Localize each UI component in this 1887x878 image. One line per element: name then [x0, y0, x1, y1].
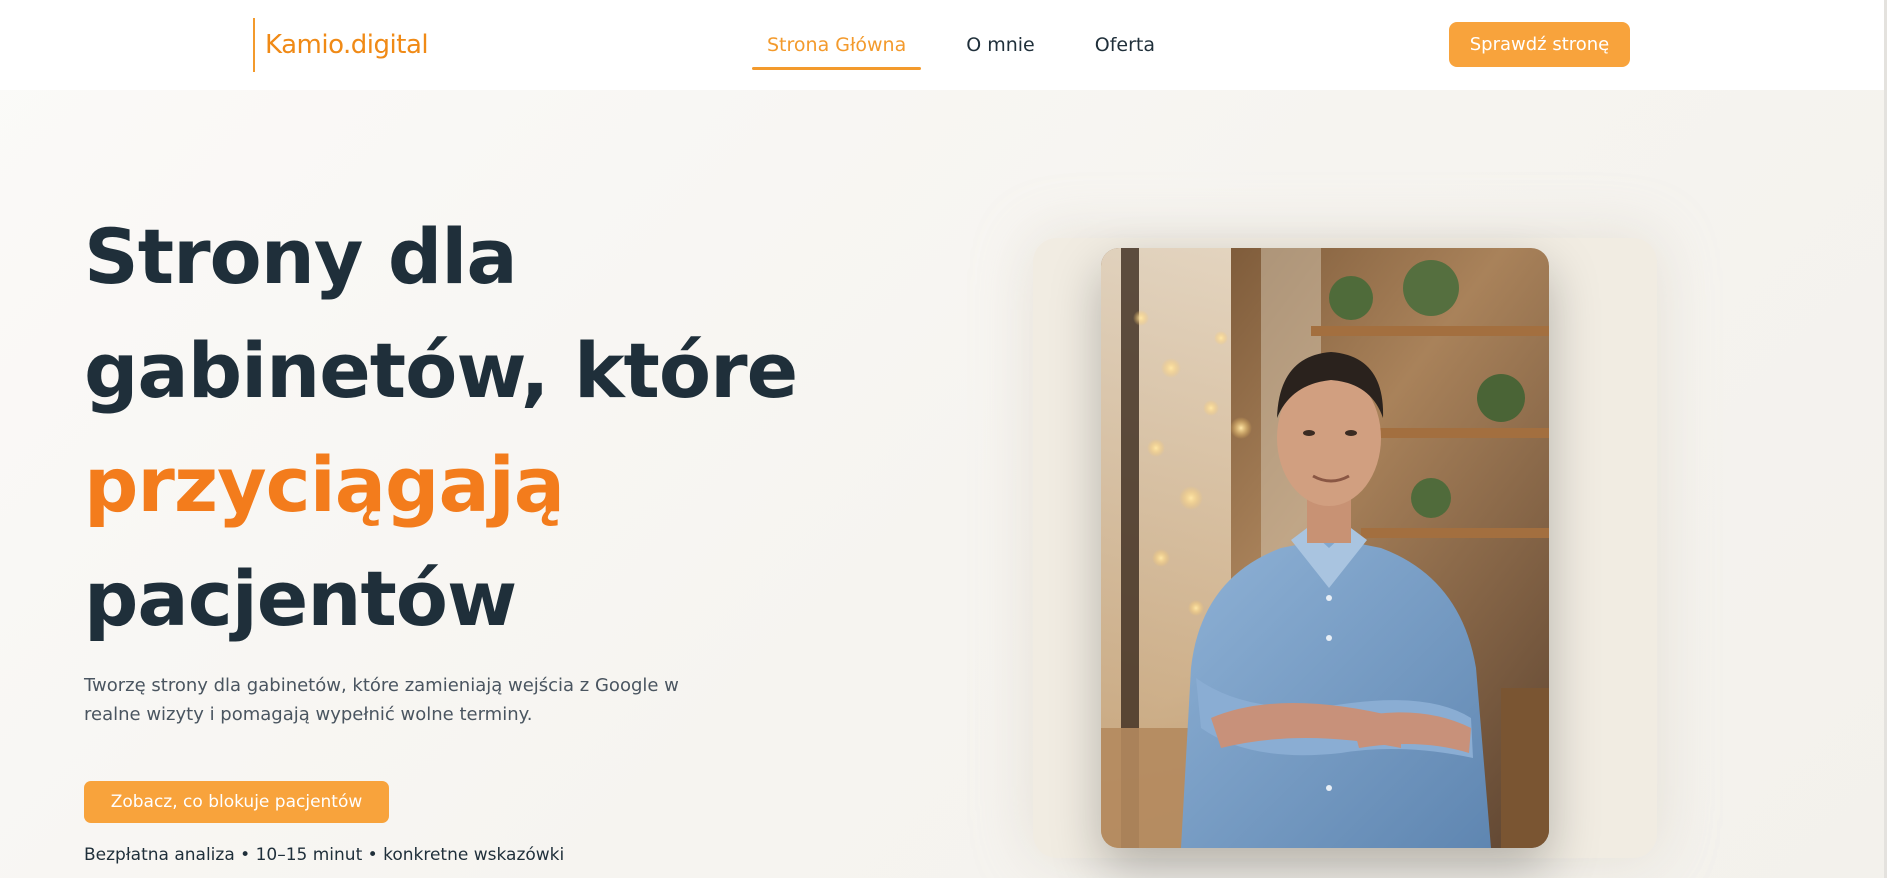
hero-title-line-1: Strony dla — [84, 212, 518, 301]
hero-note: Bezpłatna analiza • 10–15 minut • konkre… — [84, 845, 565, 865]
hero-title-line-2: gabinetów, które — [84, 326, 798, 415]
hero-subtitle: Tworzę strony dla gabinetów, które zamie… — [84, 675, 679, 725]
hero-title: Strony dla gabinetów, które przyciągają … — [84, 200, 924, 656]
hero-title-accent: przyciągają — [84, 440, 565, 529]
logo[interactable]: Kamio.digital — [253, 18, 429, 72]
nav-item-about[interactable]: O mnie — [951, 20, 1050, 70]
check-site-button[interactable]: Sprawdź stronę — [1449, 22, 1630, 67]
main-nav: Strona Główna O mnie Oferta — [752, 20, 1200, 70]
portrait-photo — [1101, 248, 1549, 848]
nav-item-offer[interactable]: Oferta — [1080, 20, 1170, 70]
see-what-blocks-patients-button[interactable]: Zobacz, co blokuje pacjentów — [84, 781, 389, 823]
hero-title-line-4: pacjentów — [84, 554, 517, 643]
nav-item-home[interactable]: Strona Główna — [752, 20, 922, 70]
site-header: Kamio.digital Strona Główna O mnie Ofert… — [0, 0, 1887, 90]
portrait-illustration — [1101, 248, 1549, 848]
page: Kamio.digital Strona Główna O mnie Ofert… — [0, 0, 1887, 878]
